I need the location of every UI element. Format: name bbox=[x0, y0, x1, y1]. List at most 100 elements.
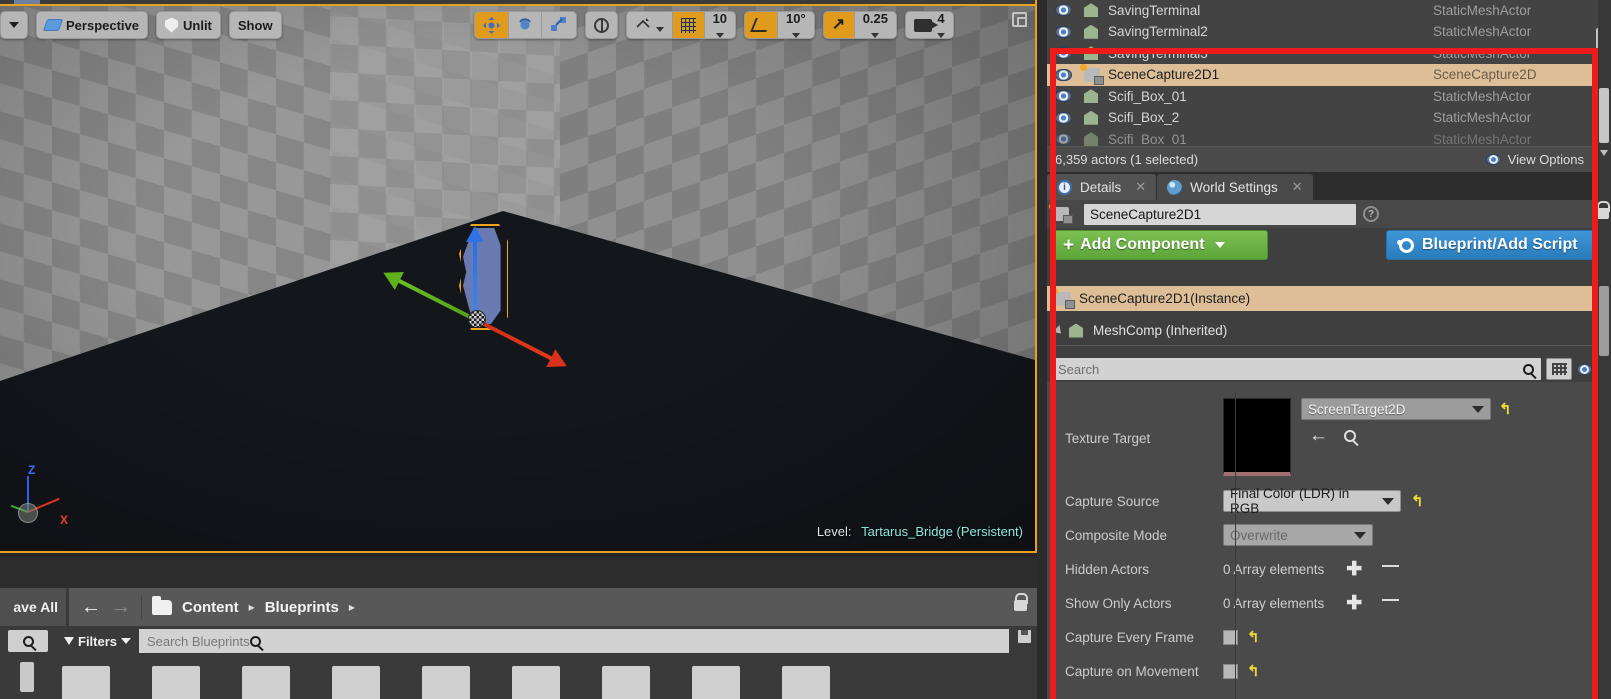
translate-mode-button[interactable] bbox=[474, 12, 509, 38]
surface-snap-button[interactable] bbox=[626, 12, 673, 38]
viewport-3d-scene[interactable]: Z X Level: Tartarus_Bridge (Persistent) bbox=[0, 0, 1035, 551]
add-component-button[interactable]: + Add Component bbox=[1050, 230, 1268, 260]
details-tab-strip[interactable]: i Details ✕ World Settings ✕ bbox=[1047, 172, 1611, 200]
show-group[interactable]: Show bbox=[228, 11, 282, 39]
scene-capture-category-header[interactable] bbox=[1047, 382, 1611, 392]
scale-size-dropdown[interactable]: 0.25 bbox=[854, 12, 897, 38]
save-search-button[interactable] bbox=[1018, 630, 1031, 643]
asset-tile[interactable] bbox=[512, 666, 560, 699]
scale-mode-button[interactable] bbox=[541, 12, 576, 38]
outliner-row-selected[interactable]: SceneCapture2D1 SceneCapture2D bbox=[1047, 63, 1611, 86]
sources-search-button[interactable] bbox=[0, 626, 56, 656]
asset-tile[interactable] bbox=[332, 666, 380, 699]
property-value[interactable]: ↰ bbox=[1219, 654, 1611, 688]
tab-close-icon[interactable]: ✕ bbox=[1292, 179, 1303, 195]
viewmode-button[interactable]: Unlit bbox=[157, 12, 220, 38]
level-viewport[interactable]: Z X Level: Tartarus_Bridge (Persistent) … bbox=[0, 0, 1037, 553]
asset-tile[interactable] bbox=[782, 666, 830, 699]
texture-target-dropdown[interactable]: ScreenTarget2D bbox=[1301, 398, 1491, 420]
capture-source-dropdown[interactable]: Final Color (LDR) in RGB bbox=[1223, 486, 1401, 516]
tab-close-icon[interactable]: ✕ bbox=[1135, 179, 1146, 195]
viewport-options-dropdown[interactable] bbox=[1, 12, 27, 38]
angle-snap-group[interactable]: 10° bbox=[744, 11, 815, 39]
property-value[interactable]: Final Color (LDR) in RGB ↰ bbox=[1219, 484, 1611, 518]
outliner-row-6[interactable]: Scifi_Box_01 StaticMeshActor bbox=[1047, 129, 1611, 146]
component-row-instance[interactable]: SceneCapture2D1(Instance) bbox=[1047, 286, 1611, 311]
visibility-eye-icon[interactable] bbox=[1055, 47, 1072, 60]
revert-icon[interactable]: ↰ bbox=[1247, 664, 1260, 679]
asset-search-input[interactable]: Search Blueprints bbox=[139, 629, 1009, 653]
sources-search-box[interactable] bbox=[8, 630, 48, 652]
rotate-mode-button[interactable] bbox=[508, 12, 542, 38]
grid-snap-toggle[interactable] bbox=[672, 12, 705, 38]
actor-name-input[interactable]: SceneCapture2D1 bbox=[1084, 203, 1356, 225]
vertical-splitter[interactable] bbox=[1037, 0, 1047, 699]
coordinate-space-group[interactable] bbox=[584, 11, 618, 39]
outliner-row-1[interactable]: SavingTerminal2 StaticMeshActor bbox=[1047, 21, 1611, 43]
asset-tile[interactable] bbox=[692, 666, 740, 699]
grid-size-dropdown[interactable]: 10 bbox=[704, 12, 736, 38]
visibility-eye-icon[interactable] bbox=[1055, 25, 1072, 38]
gizmo-center-handle[interactable] bbox=[468, 310, 486, 328]
scale-snap-toggle[interactable] bbox=[823, 12, 855, 38]
chevron-down-icon[interactable] bbox=[1052, 324, 1065, 337]
perspective-button[interactable]: Perspective bbox=[37, 12, 147, 38]
scale-snap-group[interactable]: 0.25 bbox=[822, 11, 898, 39]
help-icon[interactable]: ? bbox=[1363, 206, 1379, 222]
world-space-button[interactable] bbox=[585, 12, 617, 38]
angle-snap-toggle[interactable] bbox=[745, 12, 779, 38]
sources-scrollbar[interactable] bbox=[20, 662, 34, 692]
asset-tile[interactable] bbox=[602, 666, 650, 699]
component-row-meshcomp[interactable]: MeshComp (Inherited) bbox=[1047, 318, 1611, 343]
perspective-group[interactable]: Perspective bbox=[36, 11, 148, 39]
show-menu-button[interactable]: Show bbox=[229, 12, 281, 38]
breadcrumb-content[interactable]: Content bbox=[182, 599, 239, 616]
outliner-row-0[interactable]: SavingTerminal StaticMeshActor bbox=[1047, 0, 1611, 21]
viewmode-group[interactable]: Unlit bbox=[156, 11, 221, 39]
visibility-eye-icon[interactable] bbox=[1055, 4, 1072, 17]
details-visibility-icon[interactable] bbox=[1577, 363, 1592, 375]
blueprint-add-script-button[interactable]: Blueprint/Add Script bbox=[1386, 230, 1611, 260]
texture-thumbnail[interactable] bbox=[1223, 398, 1291, 476]
browse-back-icon[interactable]: ← bbox=[1309, 426, 1328, 445]
filters-button[interactable]: Filters bbox=[56, 634, 139, 649]
tab-details[interactable]: i Details ✕ bbox=[1047, 174, 1157, 200]
visibility-eye-icon[interactable] bbox=[1055, 68, 1072, 81]
outliner-row-4[interactable]: Scifi_Box_01 StaticMeshActor bbox=[1047, 86, 1611, 108]
nav-forward-button[interactable]: → bbox=[111, 597, 131, 617]
asset-tile-row[interactable] bbox=[62, 666, 1031, 699]
camera-speed-button[interactable]: 4 bbox=[906, 12, 954, 38]
tab-world-settings[interactable]: World Settings ✕ bbox=[1157, 174, 1313, 200]
save-all-button[interactable]: ave All bbox=[0, 588, 66, 626]
property-value[interactable]: 0 Array elements ✚ bbox=[1219, 552, 1611, 586]
add-array-element-icon[interactable]: ✚ bbox=[1346, 560, 1362, 579]
camera-menu-group[interactable] bbox=[0, 11, 28, 39]
angle-size-dropdown[interactable]: 10° bbox=[778, 12, 814, 38]
details-lock-button[interactable] bbox=[1596, 201, 1610, 219]
chevron-down-icon[interactable] bbox=[1600, 150, 1608, 156]
revert-icon[interactable]: ↰ bbox=[1411, 494, 1424, 509]
maximize-viewport-button[interactable] bbox=[1012, 12, 1027, 27]
visibility-eye-icon[interactable] bbox=[1055, 90, 1072, 103]
asset-tile[interactable] bbox=[62, 666, 110, 699]
content-browser-lock-button[interactable] bbox=[1014, 593, 1028, 611]
revert-icon[interactable]: ↰ bbox=[1247, 630, 1260, 645]
add-array-element-icon[interactable]: ✚ bbox=[1346, 594, 1362, 613]
property-value[interactable]: Overwrite bbox=[1219, 518, 1611, 552]
camera-speed-group[interactable]: 4 bbox=[905, 11, 955, 39]
visibility-eye-icon[interactable] bbox=[1055, 133, 1072, 146]
outliner-row-2[interactable]: SavingTerminal3 StaticMeshActor bbox=[1047, 43, 1611, 65]
property-column-splitter[interactable] bbox=[1235, 392, 1236, 699]
property-value[interactable]: 0 Array elements ✚ bbox=[1219, 586, 1611, 620]
property-value[interactable]: ScreenTarget2D ↰ ← bbox=[1219, 392, 1611, 484]
browse-asset-icon[interactable] bbox=[1344, 429, 1356, 442]
asset-tile[interactable] bbox=[242, 666, 290, 699]
viewport-toolbar[interactable]: Perspective Unlit Show 10 10° ↗ 0.25 4 bbox=[0, 8, 962, 42]
view-options-button[interactable]: View Options bbox=[1485, 152, 1603, 167]
revert-icon[interactable]: ↰ bbox=[1499, 402, 1512, 417]
details-display-options-button[interactable] bbox=[1546, 358, 1572, 380]
grid-snap-group[interactable]: 10 bbox=[625, 11, 737, 39]
visibility-eye-icon[interactable] bbox=[1055, 111, 1072, 124]
details-scrollbar[interactable] bbox=[1599, 286, 1609, 356]
nav-back-button[interactable]: ← bbox=[81, 597, 101, 617]
